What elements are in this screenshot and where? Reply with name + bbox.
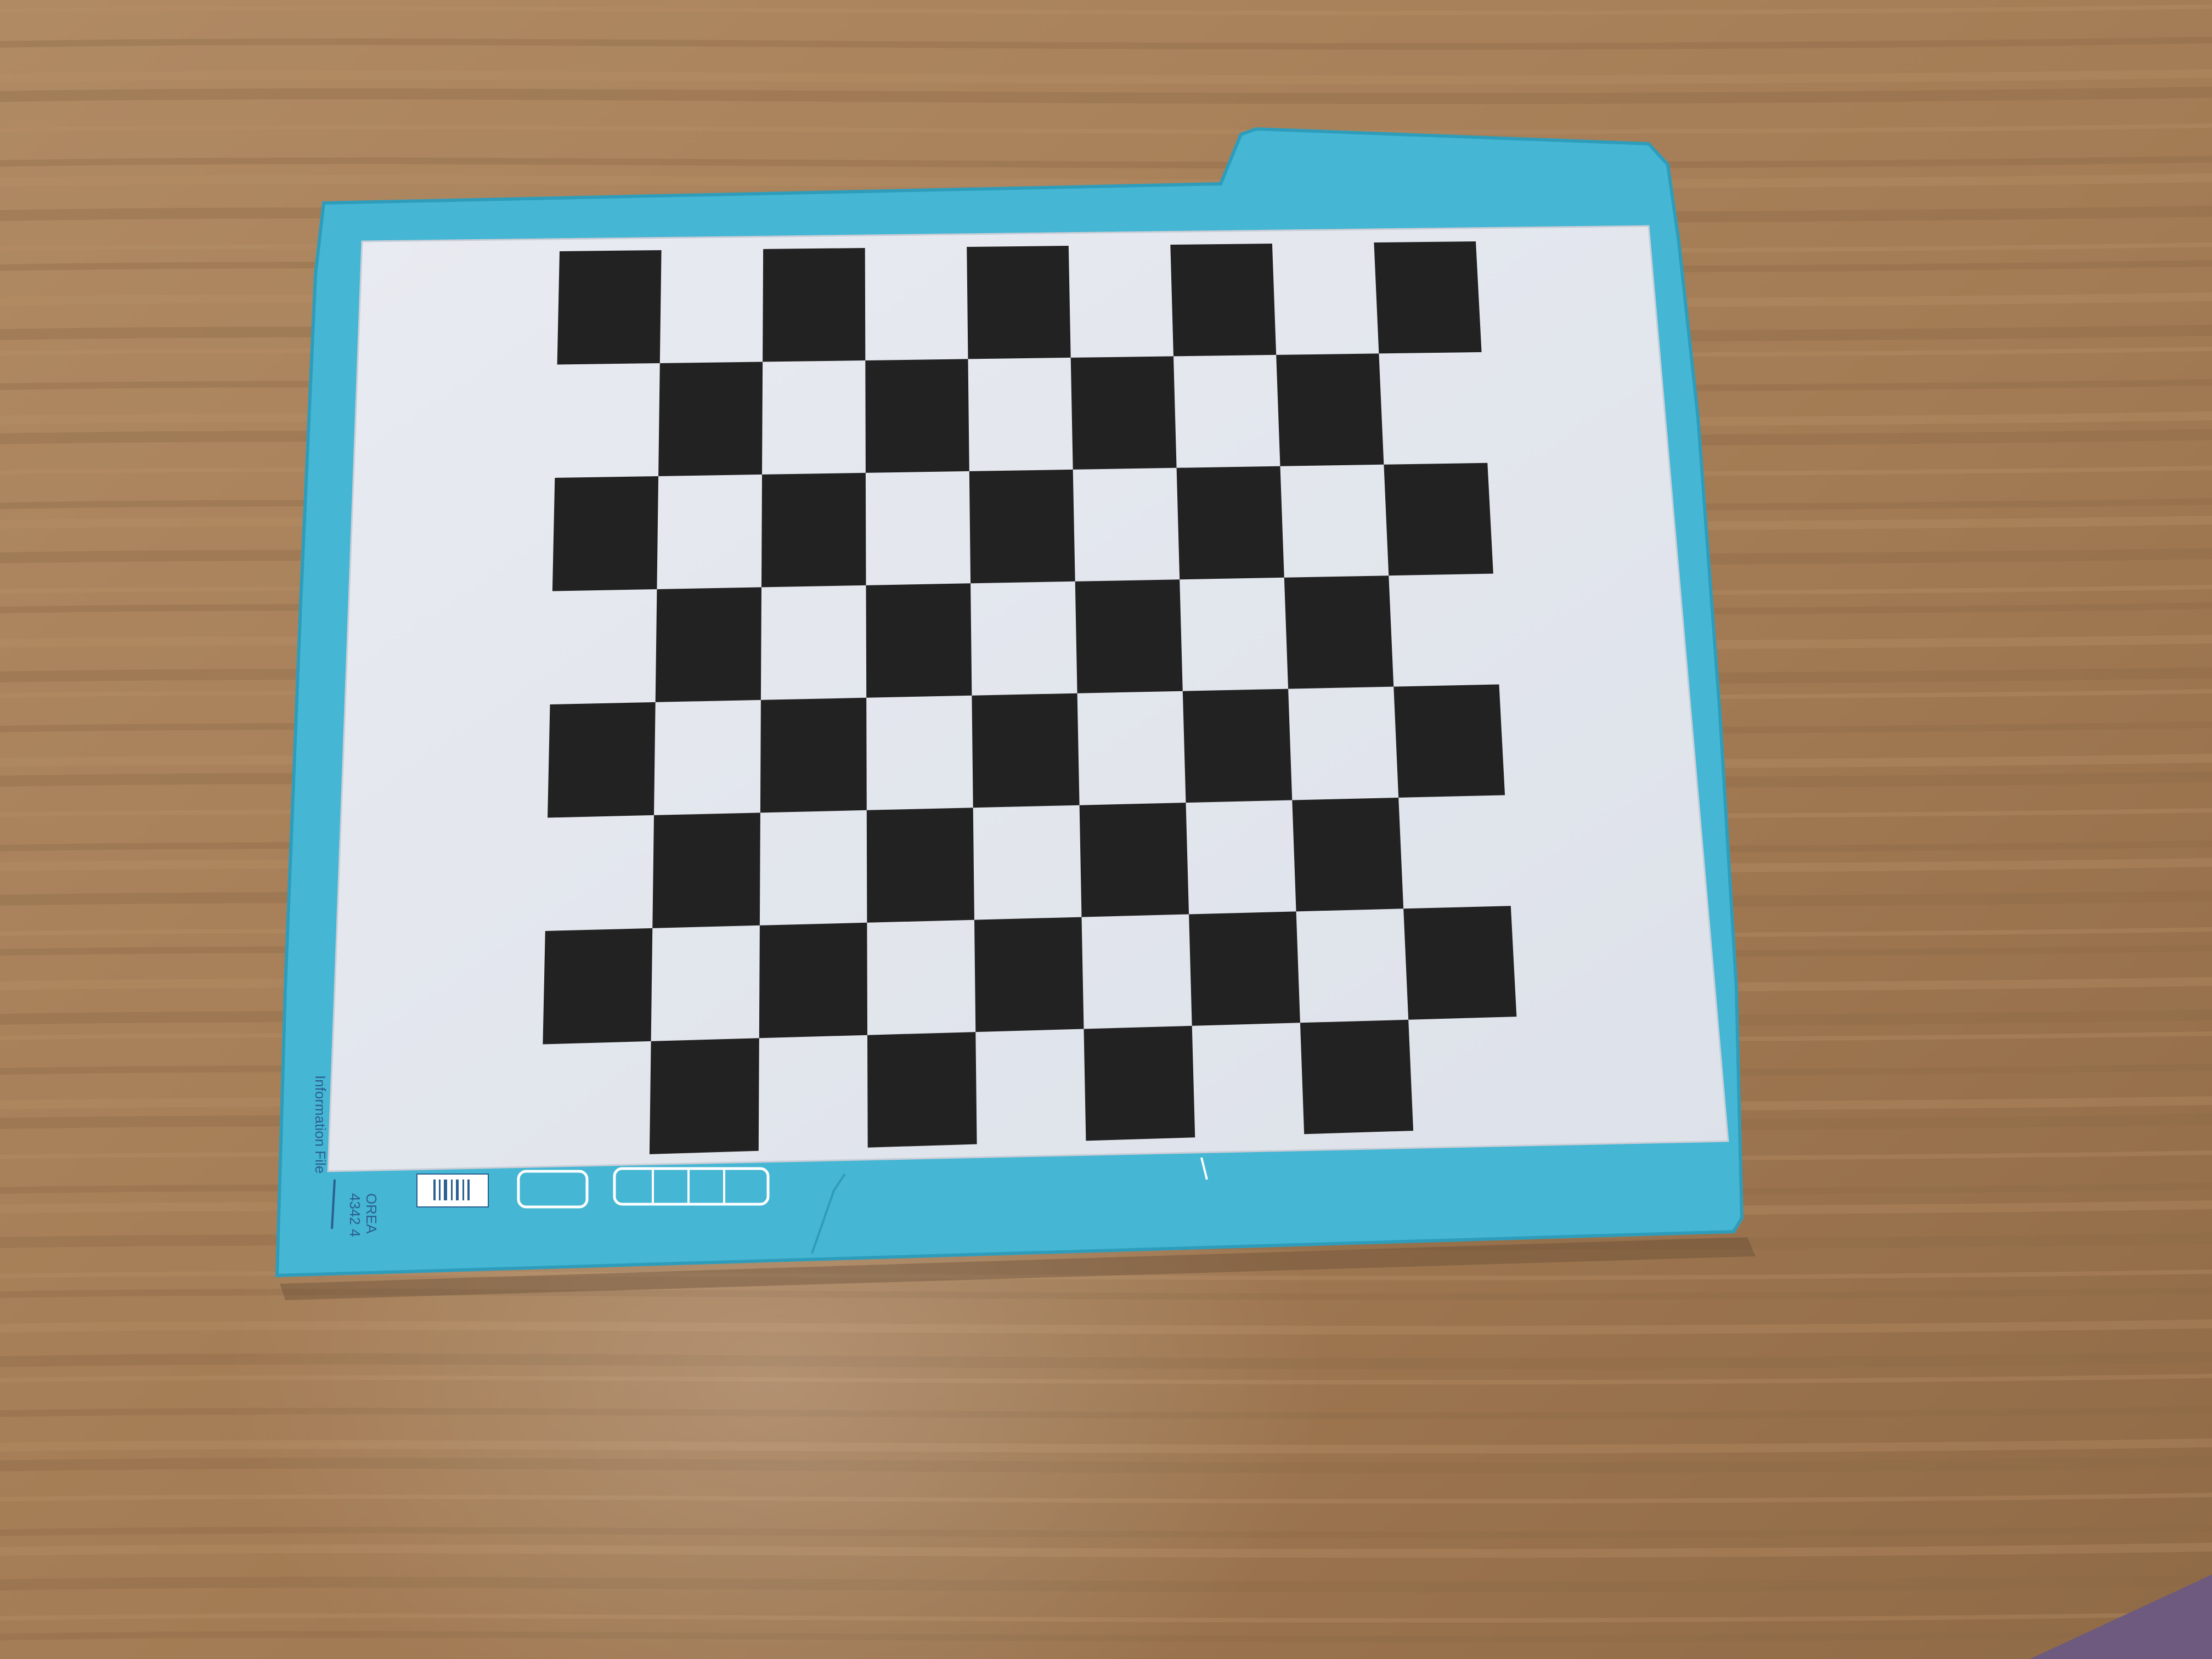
checker-square-dark <box>867 1032 977 1148</box>
checker-square-dark <box>552 476 659 591</box>
checker-square-dark <box>1170 244 1277 357</box>
checker-square-dark <box>1189 911 1300 1026</box>
folder-code-line-1: OREA <box>363 1193 380 1234</box>
checker-square-dark <box>969 469 1075 584</box>
checker-square-dark <box>1276 353 1384 466</box>
checker-square-dark <box>658 362 763 476</box>
checker-square-dark <box>1292 797 1404 912</box>
checker-square-dark <box>1075 579 1183 693</box>
checker-square-dark <box>866 808 974 923</box>
checker-square-dark <box>652 812 760 928</box>
folder-label-text: Information File <box>312 1075 329 1173</box>
checker-square-dark <box>1384 462 1493 576</box>
checker-square-dark <box>649 1038 759 1154</box>
checker-square-dark <box>1084 1025 1195 1141</box>
checker-square-dark <box>1403 906 1517 1020</box>
checker-square-dark <box>1374 241 1482 354</box>
checker-square-dark <box>655 587 761 702</box>
checker-square-dark <box>967 246 1071 359</box>
checker-square-dark <box>1284 575 1394 689</box>
checker-square-dark <box>865 359 969 473</box>
folder-code-line-2: 4342 4 <box>347 1193 363 1237</box>
checker-square-dark <box>866 583 972 698</box>
checker-square-dark <box>761 472 866 588</box>
checker-square-dark <box>759 922 867 1039</box>
checker-square-dark <box>760 697 867 813</box>
checker-square-dark <box>1182 689 1293 803</box>
checker-square-dark <box>1393 684 1505 798</box>
checker-square-dark <box>1176 466 1284 580</box>
checker-square-dark <box>1300 1019 1414 1135</box>
checker-square-dark <box>543 928 653 1045</box>
checker-square-dark <box>1079 803 1189 917</box>
checker-square-dark <box>1070 356 1177 470</box>
checker-square-dark <box>763 248 866 362</box>
checker-square-dark <box>974 917 1084 1032</box>
checker-square-dark <box>548 702 656 818</box>
photo-scene: Information File OREA 4342 4 <box>0 0 2212 1659</box>
checker-square-dark <box>972 693 1080 808</box>
checker-square-dark <box>557 250 662 365</box>
